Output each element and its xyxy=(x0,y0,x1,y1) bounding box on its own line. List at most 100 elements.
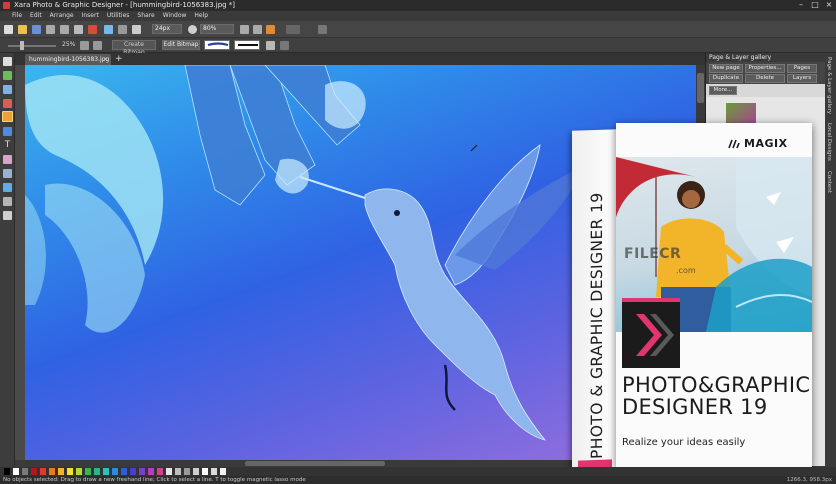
box-spine-text: PHOTO & GRAPHIC DESIGNER 19 xyxy=(588,192,606,459)
line-style-dropdown[interactable] xyxy=(234,40,260,50)
menu-item-share[interactable]: Share xyxy=(137,11,154,21)
save-icon[interactable] xyxy=(32,25,41,34)
import-icon[interactable] xyxy=(46,25,55,34)
magix-logo-icon xyxy=(728,139,740,149)
color-swatch[interactable] xyxy=(175,468,181,475)
layers-button[interactable]: Layers xyxy=(787,74,817,83)
color-swatch[interactable] xyxy=(13,468,19,475)
menu-item-window[interactable]: Window xyxy=(163,11,187,21)
edit-bitmap-button[interactable]: Edit Bitmap xyxy=(162,40,200,50)
duplicate-button[interactable]: Duplicate xyxy=(709,74,743,83)
transform-tool-icon[interactable] xyxy=(3,71,12,80)
font-size-field[interactable]: 24px xyxy=(152,24,182,34)
bitmap-tool-icon[interactable] xyxy=(80,41,89,50)
horizontal-scroll-thumb[interactable] xyxy=(245,461,385,466)
color-swatch[interactable] xyxy=(58,468,64,475)
pages-button[interactable]: Pages xyxy=(787,64,817,73)
menu-item-edit[interactable]: Edit xyxy=(30,11,42,21)
redo-icon[interactable] xyxy=(118,25,127,34)
zoom-page-icon[interactable] xyxy=(240,25,249,34)
tab-local-designs[interactable]: Local Designs xyxy=(826,123,832,161)
color-swatch[interactable] xyxy=(67,468,73,475)
export-icon[interactable] xyxy=(60,25,69,34)
color-swatch[interactable] xyxy=(22,468,28,475)
blend-tool-icon[interactable] xyxy=(3,197,12,206)
copy-icon[interactable] xyxy=(74,25,83,34)
properties-button[interactable]: Properties... xyxy=(745,64,785,73)
undo-icon[interactable] xyxy=(104,25,113,34)
shape-tool-icon[interactable] xyxy=(3,127,12,136)
menu-item-help[interactable]: Help xyxy=(194,11,208,21)
gallery-button-row: New page Properties... Pages Duplicate D… xyxy=(706,62,826,84)
magnet-icon[interactable] xyxy=(266,25,275,34)
document-tab[interactable]: hummingbird-1056383.jpg * × xyxy=(25,54,111,74)
smoothing-icon[interactable] xyxy=(280,41,289,50)
minimize-icon[interactable]: – xyxy=(794,0,808,11)
fit-page-icon[interactable] xyxy=(132,25,141,34)
color-swatch[interactable] xyxy=(184,468,190,475)
color-swatch[interactable] xyxy=(166,468,172,475)
window-title: Xara Photo & Graphic Designer - [humming… xyxy=(14,1,236,9)
color-swatch[interactable] xyxy=(139,468,145,475)
bitmap-options-icon[interactable] xyxy=(93,41,102,50)
line-width-dropdown[interactable] xyxy=(204,40,230,50)
color-swatch[interactable] xyxy=(85,468,91,475)
opacity-slider[interactable] xyxy=(8,45,56,47)
color-swatch[interactable] xyxy=(130,468,136,475)
transparency-tool-icon[interactable] xyxy=(3,169,12,178)
selector-tool-icon[interactable] xyxy=(3,57,12,66)
zoom-field[interactable]: 80% xyxy=(200,24,234,34)
gallery-icon[interactable] xyxy=(318,25,327,34)
freehand-options-icon[interactable] xyxy=(266,41,275,50)
freehand-tool-icon[interactable] xyxy=(2,111,13,122)
color-swatch[interactable] xyxy=(157,468,163,475)
more-button[interactable]: More... xyxy=(709,86,737,95)
color-swatch[interactable] xyxy=(76,468,82,475)
color-swatch[interactable] xyxy=(112,468,118,475)
tab-content[interactable]: Content xyxy=(826,171,832,193)
contour-tool-icon[interactable] xyxy=(3,211,12,220)
open-folder-icon[interactable] xyxy=(18,25,27,34)
stroke-preview-icon xyxy=(207,42,229,47)
create-bitmap-button[interactable]: Create Bitmap xyxy=(112,40,156,56)
color-swatch[interactable] xyxy=(103,468,109,475)
color-swatch[interactable] xyxy=(40,468,46,475)
color-swatch[interactable] xyxy=(31,468,37,475)
zoom-drawing-icon[interactable] xyxy=(253,25,262,34)
new-page-button[interactable]: New page xyxy=(709,64,743,73)
color-swatch[interactable] xyxy=(49,468,55,475)
side-gallery-tabs: Page & Layer gallery Local Designs Conte… xyxy=(825,53,836,466)
zoom-icon[interactable] xyxy=(188,25,197,34)
menu-item-arrange[interactable]: Arrange xyxy=(50,11,74,21)
color-swatch[interactable] xyxy=(193,468,199,475)
eraser-tool-icon[interactable] xyxy=(3,99,12,108)
new-tab-icon[interactable]: + xyxy=(115,53,123,65)
opacity-value: 25% xyxy=(62,41,76,48)
close-icon[interactable]: × xyxy=(822,0,836,11)
menu-item-insert[interactable]: Insert xyxy=(82,11,99,21)
color-swatch[interactable] xyxy=(121,468,127,475)
close-tab-icon[interactable]: × xyxy=(103,54,108,65)
delete-icon[interactable] xyxy=(88,25,97,34)
text-tool-icon[interactable]: T xyxy=(3,141,12,150)
xara-chevron-icon xyxy=(636,314,674,356)
info-bar: 25% Create Bitmap Edit Bitmap xyxy=(0,38,836,56)
opacity-slider-knob[interactable] xyxy=(20,41,24,50)
snap-toggle-icon[interactable] xyxy=(286,25,300,34)
color-swatch[interactable] xyxy=(220,468,226,475)
vertical-scroll-thumb[interactable] xyxy=(697,73,704,103)
fill-tool-icon[interactable] xyxy=(3,155,12,164)
photo-tool-icon[interactable] xyxy=(3,85,12,94)
new-document-icon[interactable] xyxy=(4,25,13,34)
color-swatch[interactable] xyxy=(94,468,100,475)
delete-page-button[interactable]: Delete xyxy=(745,74,785,83)
maximize-icon[interactable]: □ xyxy=(808,0,822,11)
shadow-tool-icon[interactable] xyxy=(3,183,12,192)
color-swatch[interactable] xyxy=(211,468,217,475)
color-swatch[interactable] xyxy=(148,468,154,475)
menu-item-utilities[interactable]: Utilities xyxy=(107,11,130,21)
color-swatch[interactable] xyxy=(202,468,208,475)
tab-page-layer-gallery[interactable]: Page & Layer gallery xyxy=(826,57,832,114)
menu-item-file[interactable]: File xyxy=(12,11,22,21)
color-swatch[interactable] xyxy=(4,468,10,475)
